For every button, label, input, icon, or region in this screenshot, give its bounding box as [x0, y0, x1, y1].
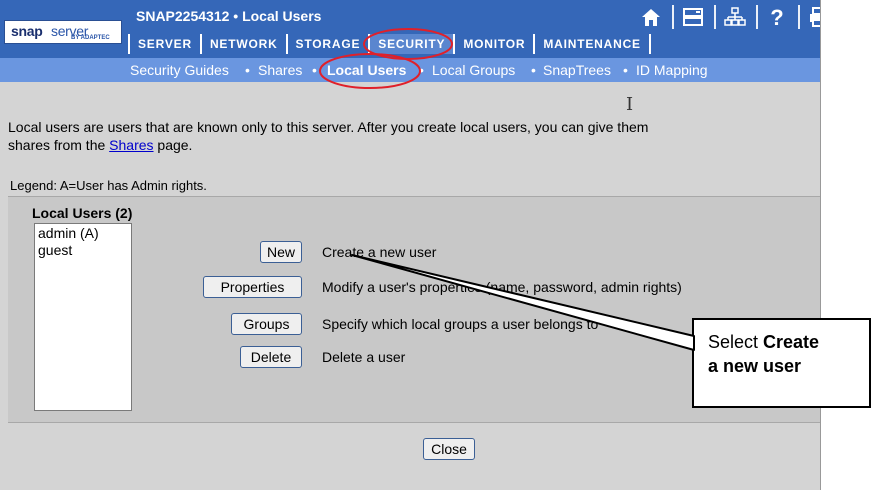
subnav-local-groups[interactable]: Local Groups — [432, 62, 515, 78]
menu-network[interactable]: NETWORK — [199, 34, 286, 54]
subnav-security-guides[interactable]: Security Guides — [130, 62, 229, 78]
callout-bold-2: a new user — [708, 356, 802, 376]
toolbar-divider — [756, 5, 758, 29]
list-item[interactable]: admin (A) — [38, 225, 128, 242]
menu-server[interactable]: SERVER — [128, 34, 200, 54]
network-icon[interactable] — [724, 6, 746, 28]
menu-maintenance[interactable]: MAINTENANCE — [533, 34, 651, 54]
callout-bold-1: Create — [763, 332, 820, 352]
groups-button[interactable]: Groups — [231, 313, 302, 335]
text-cursor-icon: I — [626, 94, 634, 115]
subnav-separator: • — [245, 62, 250, 78]
footer-bar — [8, 422, 820, 490]
delete-button[interactable]: Delete — [240, 346, 302, 368]
page-title: SNAP2254312 • Local Users — [136, 8, 322, 24]
subnav-separator: • — [531, 62, 536, 78]
new-user-button[interactable]: New — [260, 241, 302, 263]
help-icon[interactable]: ? — [766, 6, 788, 28]
toolbar-icons: ? — [640, 4, 820, 30]
intro-text: Local users are users that are known onl… — [8, 118, 820, 154]
subnav-snaptrees[interactable]: SnapTrees — [543, 62, 611, 78]
new-user-description: Create a new user — [322, 244, 437, 260]
subnav-local-users[interactable]: Local Users — [327, 62, 406, 78]
header-bar: snap server BY ADAPTEC SNAP2254312 • Loc… — [0, 0, 820, 58]
properties-description: Modify a user's properties (name, passwo… — [322, 279, 682, 295]
sub-navigation: Security Guides • Shares • Local Users •… — [0, 58, 820, 82]
printer-icon[interactable] — [808, 6, 820, 28]
intro-line-2: shares from the Shares page. — [8, 136, 820, 154]
subnav-separator: • — [312, 62, 317, 78]
app-frame: snap server BY ADAPTEC SNAP2254312 • Loc… — [0, 0, 821, 490]
toolbar-divider — [714, 5, 716, 29]
home-icon[interactable] — [640, 6, 662, 28]
list-item[interactable]: guest — [38, 242, 128, 259]
main-menu: SERVER NETWORK STORAGE SECURITY MONITOR … — [128, 34, 651, 54]
logo-text-bold: snap — [11, 23, 43, 39]
callout-text: Select Create a new user — [708, 330, 819, 378]
subnav-id-mapping[interactable]: ID Mapping — [636, 62, 708, 78]
local-users-list[interactable]: admin (A) guest — [34, 223, 132, 411]
subnav-separator: • — [623, 62, 628, 78]
toolbar-divider — [672, 5, 674, 29]
delete-description: Delete a user — [322, 349, 406, 365]
server-icon[interactable] — [682, 6, 704, 28]
menu-monitor[interactable]: MONITOR — [453, 34, 533, 54]
toolbar-divider — [798, 5, 800, 29]
callout-prefix: Select — [708, 332, 764, 352]
snapserver-logo[interactable]: snap server BY ADAPTEC — [4, 20, 122, 44]
intro-line-2-pre: shares from the — [8, 137, 110, 153]
svg-text:?: ? — [770, 6, 783, 28]
properties-button[interactable]: Properties — [203, 276, 302, 298]
menu-security[interactable]: SECURITY — [368, 34, 454, 54]
groups-description: Specify which local groups a user belong… — [322, 316, 599, 332]
menu-storage[interactable]: STORAGE — [285, 34, 369, 54]
subnav-shares[interactable]: Shares — [258, 62, 302, 78]
intro-line-2-post: page. — [153, 137, 193, 153]
close-button[interactable]: Close — [423, 438, 475, 460]
intro-line-1: Local users are users that are known onl… — [8, 119, 649, 135]
instruction-callout: Select Create a new user — [692, 318, 871, 408]
shares-link[interactable]: Shares — [109, 137, 153, 153]
subnav-separator: • — [419, 62, 424, 78]
local-users-heading: Local Users (2) — [32, 205, 133, 221]
logo-tagline: BY ADAPTEC — [71, 35, 110, 41]
legend-text: Legend: A=User has Admin rights. — [10, 178, 207, 193]
